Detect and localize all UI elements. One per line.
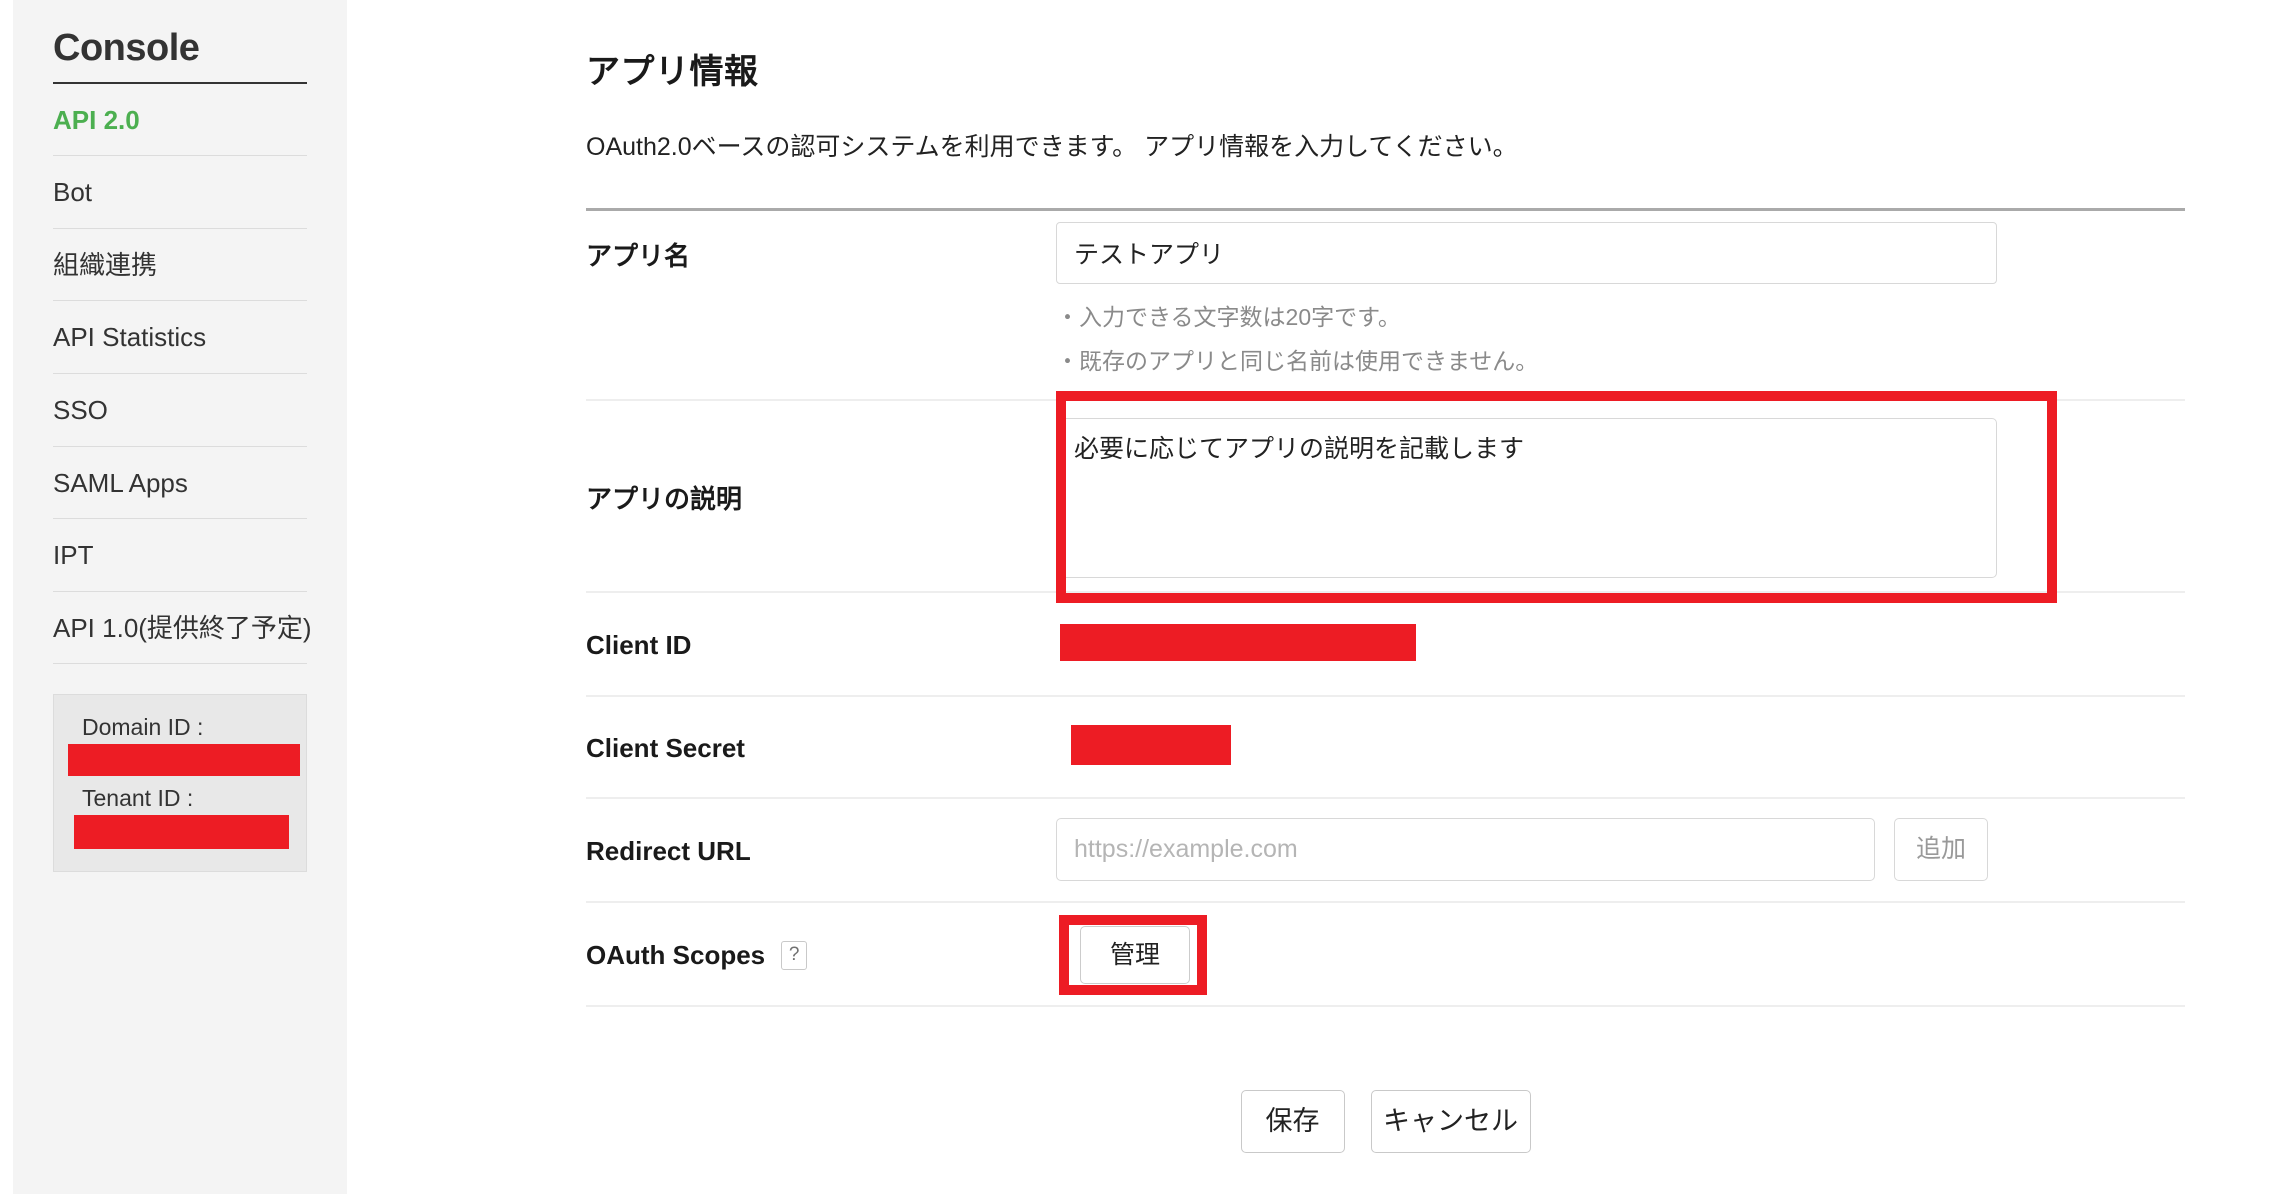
sidebar-item-ipt[interactable]: IPT — [53, 519, 307, 592]
app-description-field-wrap — [1056, 401, 2185, 578]
client-secret-redaction — [1071, 725, 1231, 765]
sidebar-item-label: IPT — [53, 540, 94, 571]
redirect-url-label: Redirect URL — [586, 835, 751, 866]
app-name-label: アプリ名 — [586, 240, 691, 271]
cancel-button[interactable]: キャンセル — [1370, 1090, 1531, 1153]
tenant-info-box: Domain ID : Tenant ID : — [53, 694, 307, 872]
tenant-id-label: Tenant ID : — [82, 785, 194, 812]
save-button[interactable]: 保存 — [1240, 1090, 1345, 1153]
form-actions: 保存 キャンセル — [586, 1090, 2185, 1153]
redirect-url-input-group: 追加 — [1056, 799, 2185, 881]
sidebar-item-label: SSO — [53, 394, 108, 425]
app-name-hint-length: ・入力できる文字数は20字です。 — [1056, 304, 1401, 330]
manage-scopes-button[interactable]: 管理 — [1080, 926, 1190, 984]
domain-id-redaction — [68, 744, 300, 777]
sidebar-item-label: 組織連携 — [53, 249, 158, 280]
add-redirect-url-button[interactable]: 追加 — [1894, 818, 1988, 881]
client-id-redaction — [1060, 624, 1416, 661]
app-description-textarea[interactable] — [1056, 418, 1997, 578]
sidebar-item-sso[interactable]: SSO — [53, 374, 307, 447]
main-content: アプリ情報 OAuth2.0ベースの認可システムを利用できます。 アプリ情報を入… — [586, 0, 2286, 1194]
tenant-id-redaction — [74, 814, 289, 849]
sidebar-item-api-statistics[interactable]: API Statistics — [53, 301, 307, 374]
redirect-url-input[interactable] — [1056, 818, 1875, 881]
app-description-label: アプリの説明 — [586, 483, 743, 514]
oauth-scopes-label: OAuth Scopes ? — [586, 903, 1056, 1007]
sidebar-item-label: Bot — [53, 177, 93, 208]
sidebar-title: Console — [53, 0, 307, 84]
sidebar-item-api-2-0[interactable]: API 2.0 — [53, 84, 307, 157]
form-row-redirect-url: Redirect URL 追加 — [586, 799, 2185, 903]
sidebar-item-label: API Statistics — [53, 322, 207, 353]
page-title: アプリ情報 — [586, 53, 759, 91]
help-icon[interactable]: ? — [781, 940, 808, 970]
client-secret-label: Client Secret — [586, 732, 745, 763]
sidebar-item-api-1-0[interactable]: API 1.0(提供終了予定) — [53, 592, 312, 665]
form-row-app-description: アプリの説明 — [586, 391, 2185, 603]
sidebar: Console API 2.0 Bot 組織連携 API Statistics … — [13, 0, 347, 1194]
form-row-oauth-scopes: OAuth Scopes ? 管理 — [586, 903, 2185, 1007]
page-description: OAuth2.0ベースの認可システムを利用できます。 アプリ情報を入力してくださ… — [586, 133, 1518, 161]
app-info-form: アプリ名 ・入力できる文字数は20字です。 ・既存のアプリと同じ名前は使用できま… — [586, 208, 2185, 1007]
redirect-url-field-wrap: 追加 — [1056, 799, 2185, 881]
oauth-scopes-label-text: OAuth Scopes — [586, 939, 766, 970]
sidebar-item-label: API 1.0(提供終了予定) — [53, 612, 312, 643]
domain-id-label: Domain ID : — [82, 714, 204, 741]
sidebar-item-label: API 2.0 — [53, 104, 140, 135]
form-row-client-id: Client ID — [586, 593, 2185, 697]
client-id-label: Client ID — [586, 629, 692, 660]
form-row-app-name: アプリ名 ・入力できる文字数は20字です。 ・既存のアプリと同じ名前は使用できま… — [586, 211, 2185, 401]
form-row-client-secret: Client Secret — [586, 697, 2185, 799]
app-name-input[interactable] — [1056, 222, 1997, 284]
sidebar-item-bot[interactable]: Bot — [53, 156, 307, 229]
sidebar-item-label: SAML Apps — [53, 467, 188, 498]
sidebar-item-org-link[interactable]: 組織連携 — [53, 229, 307, 302]
app-name-hint-unique: ・既存のアプリと同じ名前は使用できません。 — [1056, 348, 1539, 374]
sidebar-item-saml-apps[interactable]: SAML Apps — [53, 447, 307, 520]
page-root: Console API 2.0 Bot 組織連携 API Statistics … — [0, 0, 2286, 1194]
app-name-field-wrap: ・入力できる文字数は20字です。 ・既存のアプリと同じ名前は使用できません。 — [1056, 211, 2185, 373]
